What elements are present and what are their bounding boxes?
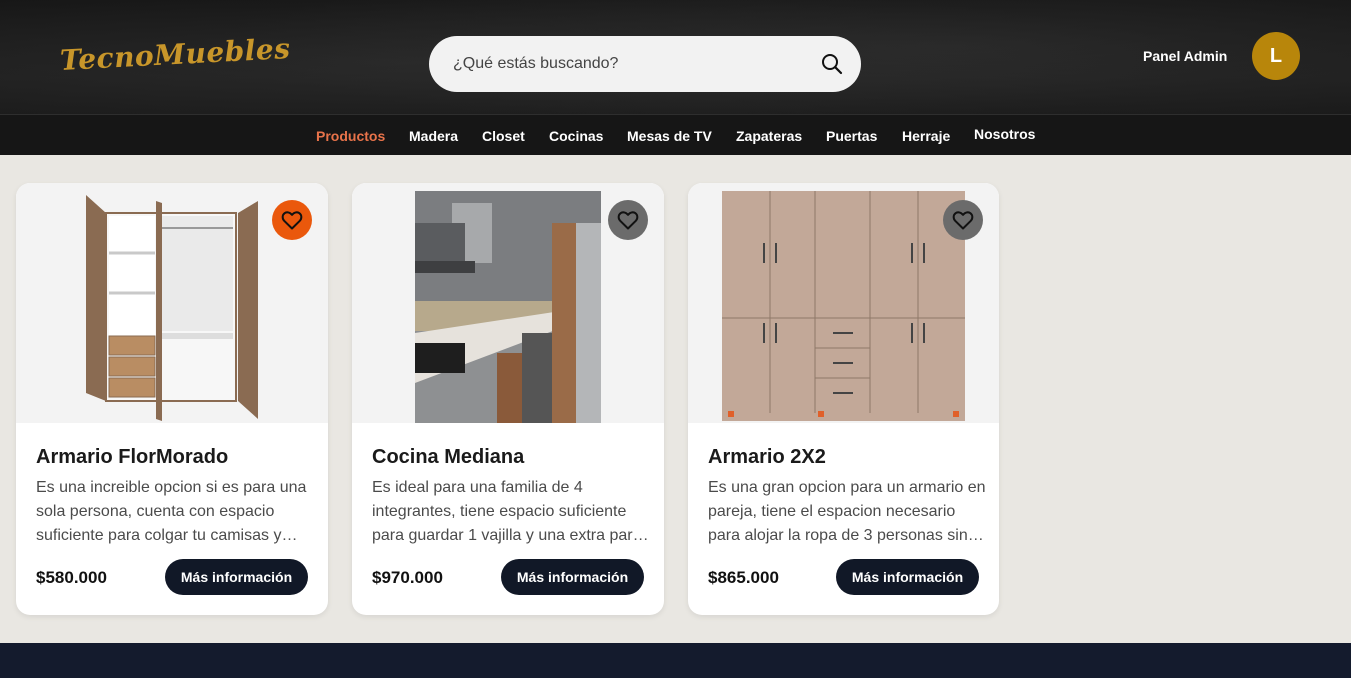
- site-footer: [0, 643, 1351, 678]
- avatar[interactable]: L: [1252, 32, 1300, 80]
- product-card: Armario 2X2 Es una gran opcion para un a…: [688, 183, 999, 615]
- site-header: TecnoMuebles Panel Admin L Productos Mad…: [0, 0, 1351, 155]
- search-input[interactable]: [453, 36, 813, 92]
- top-bar: TecnoMuebles Panel Admin L: [0, 0, 1351, 114]
- admin-panel-link[interactable]: Panel Admin: [1143, 48, 1227, 64]
- heart-icon: [617, 211, 639, 230]
- favorite-button[interactable]: [608, 200, 648, 240]
- site-logo[interactable]: TecnoMuebles: [59, 32, 291, 77]
- nav-item-nosotros[interactable]: Nosotros: [974, 126, 1035, 142]
- product-price: $865.000: [708, 568, 779, 587]
- product-price: $580.000: [36, 568, 107, 587]
- favorite-button[interactable]: [272, 200, 312, 240]
- product-image[interactable]: [16, 183, 328, 423]
- product-price: $970.000: [372, 568, 443, 587]
- product-image[interactable]: [688, 183, 999, 423]
- more-info-button[interactable]: Más información: [501, 559, 644, 595]
- product-title: Armario 2X2: [708, 446, 826, 468]
- more-info-button[interactable]: Más información: [836, 559, 979, 595]
- category-nav: Productos Madera Closet Cocinas Mesas de…: [0, 114, 1351, 155]
- heart-icon: [281, 211, 303, 230]
- nav-item-productos[interactable]: Productos: [316, 128, 385, 144]
- nav-item-madera[interactable]: Madera: [409, 128, 458, 144]
- nav-item-zapateras[interactable]: Zapateras: [736, 128, 802, 144]
- nav-item-mesas-de-tv[interactable]: Mesas de TV: [627, 128, 712, 144]
- product-card: Cocina Mediana Es ideal para una familia…: [352, 183, 664, 615]
- search-icon[interactable]: [820, 52, 844, 76]
- search-bar[interactable]: [429, 36, 861, 92]
- product-description: Es una increible opcion si es para una s…: [36, 479, 307, 544]
- product-description: Es ideal para una familia de 4 integrant…: [372, 479, 642, 544]
- nav-item-closet[interactable]: Closet: [482, 128, 525, 144]
- nav-item-cocinas[interactable]: Cocinas: [549, 128, 603, 144]
- nav-item-puertas[interactable]: Puertas: [826, 128, 877, 144]
- heart-icon: [952, 211, 974, 230]
- product-title: Cocina Mediana: [372, 446, 525, 468]
- product-image[interactable]: [352, 183, 664, 423]
- favorite-button[interactable]: [943, 200, 983, 240]
- more-info-button[interactable]: Más información: [165, 559, 308, 595]
- nav-item-herraje[interactable]: Herraje: [902, 128, 950, 144]
- product-card: Armario FlorMorado Es una increible opci…: [16, 183, 328, 615]
- product-description: Es una gran opcion para un armario en pa…: [708, 479, 986, 544]
- product-title: Armario FlorMorado: [36, 446, 229, 468]
